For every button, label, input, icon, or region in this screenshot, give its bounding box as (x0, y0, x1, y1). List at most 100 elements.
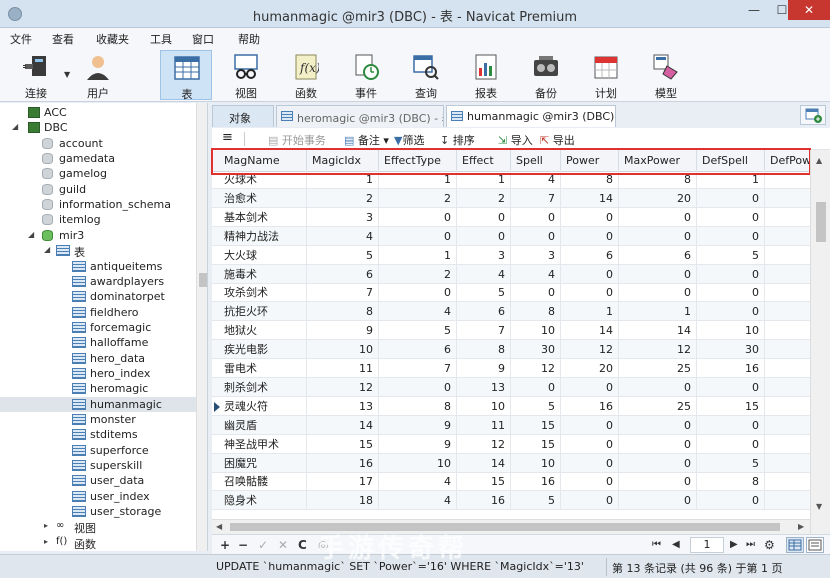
next-page-button[interactable]: ▶ (730, 539, 738, 550)
cell-spell[interactable]: 4 (511, 264, 561, 284)
cell-defpower[interactable] (765, 283, 810, 302)
cell-spell[interactable]: 5 (511, 396, 561, 416)
toolbar-function-button[interactable]: f(x) 函数 (280, 50, 332, 100)
cell-effecttype[interactable]: 0 (379, 283, 457, 303)
cell-power[interactable]: 0 (561, 226, 619, 246)
tab-humanmagic[interactable]: humanmagic @mir3 (DBC) -... (446, 105, 616, 127)
begin-transaction-button[interactable]: ▤ 开始事务 (268, 132, 326, 148)
scroll-down-arrow-icon[interactable]: ▼ (816, 502, 822, 511)
cell-defspell[interactable]: 0 (697, 302, 765, 322)
cell-power[interactable]: 0 (561, 283, 619, 303)
cell-maxpower[interactable]: 0 (619, 415, 697, 435)
tree-table-user_data[interactable]: user_data (0, 473, 196, 488)
cell-effect[interactable]: 10 (457, 396, 511, 416)
cell-effect[interactable]: 12 (457, 434, 511, 454)
object-tree-sidebar[interactable]: ACC ◢ DBC account gamedata gamelog guild inform… (0, 103, 208, 551)
table-row[interactable]: 治愈术 2 2 2 7 14 20 0 (212, 188, 810, 208)
cell-effect[interactable]: 15 (457, 472, 511, 492)
cell-defspell[interactable]: 0 (697, 283, 765, 303)
toolbar-connection-button[interactable]: 连接 (10, 50, 62, 100)
cell-defpower[interactable] (765, 227, 810, 246)
cell-spell[interactable]: 10 (511, 453, 561, 473)
grid-hscroll-thumb[interactable] (230, 523, 780, 531)
cell-spell[interactable]: 15 (511, 434, 561, 454)
table-row[interactable]: 刺杀剑术 12 0 13 0 0 0 0 (212, 377, 810, 397)
toolbar-table-button[interactable]: 表 (160, 50, 212, 101)
tree-group-tables[interactable]: ◢ 表 (0, 243, 196, 259)
import-button[interactable]: ⇲ 导入 (498, 132, 533, 148)
tree-db-itemlog[interactable]: itemlog (0, 212, 196, 227)
cell-maxpower[interactable]: 25 (619, 396, 697, 416)
cell-maxpower[interactable]: 6 (619, 245, 697, 265)
cell-maxpower[interactable]: 0 (619, 226, 697, 246)
cell-spell[interactable]: 7 (511, 188, 561, 208)
cell-power[interactable]: 0 (561, 491, 619, 511)
cell-effecttype[interactable]: 9 (379, 434, 457, 454)
cell-spell[interactable]: 30 (511, 340, 561, 360)
table-row[interactable]: 大火球 5 1 3 3 6 6 5 (212, 245, 810, 265)
cell-defpower[interactable] (765, 491, 810, 510)
cell-defpower[interactable] (765, 246, 810, 265)
cell-effecttype[interactable]: 8 (379, 396, 457, 416)
cell-spell[interactable]: 16 (511, 472, 561, 492)
cell-defspell[interactable]: 15 (697, 396, 765, 416)
cell-magicidx[interactable]: 2 (307, 188, 379, 208)
cell-maxpower[interactable]: 20 (619, 188, 697, 208)
cell-defspell[interactable]: 0 (697, 434, 765, 454)
cell-spell[interactable]: 10 (511, 321, 561, 341)
cell-magname[interactable]: 基本剑术 (219, 207, 307, 227)
tree-collapse-icon[interactable]: ◢ (12, 122, 18, 131)
toolbar-schedule-button[interactable]: 计划 (580, 50, 632, 100)
cell-magicidx[interactable]: 8 (307, 302, 379, 322)
toolbar-query-button[interactable]: 查询 (400, 50, 452, 100)
cell-defpower[interactable] (765, 302, 810, 321)
cell-defspell[interactable]: 16 (697, 359, 765, 378)
cell-magname[interactable]: 施毒术 (219, 264, 307, 284)
cell-magicidx[interactable]: 15 (307, 434, 379, 454)
tree-table-humanmagic[interactable]: humanmagic (0, 396, 196, 412)
cell-defpower[interactable] (765, 416, 810, 435)
cell-maxpower[interactable]: 0 (619, 472, 697, 492)
cell-magicidx[interactable]: 7 (307, 283, 379, 303)
cell-effect[interactable]: 16 (457, 491, 511, 511)
cell-power[interactable]: 14 (561, 321, 619, 341)
cell-spell[interactable]: 15 (511, 415, 561, 435)
cell-defspell[interactable]: 8 (697, 472, 765, 492)
first-page-button[interactable]: ⏮ (652, 539, 661, 550)
cell-defpower[interactable] (765, 340, 810, 359)
cell-magicidx[interactable]: 3 (307, 207, 379, 227)
cell-magicidx[interactable]: 17 (307, 472, 379, 492)
table-row[interactable]: 地狱火 9 5 7 10 14 14 10 (212, 321, 810, 341)
page-number-field[interactable]: 1 (690, 537, 724, 553)
cell-spell[interactable]: 0 (511, 207, 561, 227)
table-row[interactable]: 神圣战甲术 15 9 12 15 0 0 0 (212, 434, 810, 454)
refresh-button[interactable]: C (298, 538, 307, 552)
cell-spell[interactable]: 3 (511, 245, 561, 265)
cell-maxpower[interactable]: 0 (619, 283, 697, 303)
tree-table-hero_index[interactable]: hero_index (0, 366, 196, 381)
cell-magicidx[interactable]: 6 (307, 264, 379, 284)
tree-table-stditems[interactable]: stditems (0, 427, 196, 442)
table-row[interactable]: 精神力战法 4 0 0 0 0 0 0 (212, 226, 810, 246)
tree-db-mir3[interactable]: ◢ mir3 (0, 228, 196, 243)
cell-power[interactable]: 14 (561, 188, 619, 208)
cell-effecttype[interactable]: 4 (379, 302, 457, 322)
cell-defpower[interactable] (765, 208, 810, 227)
tree-table-hero_data[interactable]: hero_data (0, 351, 196, 366)
cell-effecttype[interactable]: 5 (379, 321, 457, 341)
cell-defpower[interactable] (765, 435, 810, 454)
tree-db-guild[interactable]: guild (0, 182, 196, 197)
add-record-button[interactable]: + (220, 538, 230, 552)
cell-magname[interactable]: 召唤骷髅 (219, 472, 307, 492)
filter-button[interactable]: ▼筛选 (394, 132, 424, 148)
cell-effecttype[interactable]: 0 (379, 377, 457, 397)
cell-defspell[interactable]: 10 (697, 321, 765, 341)
cell-defpower[interactable] (765, 378, 810, 397)
cell-magicidx[interactable]: 10 (307, 340, 379, 360)
cell-power[interactable]: 12 (561, 340, 619, 360)
scroll-up-arrow-icon[interactable]: ▲ (816, 156, 822, 165)
tab-heromagic[interactable]: heromagic @mir3 (DBC) - 表 (276, 105, 444, 127)
cell-effect[interactable]: 3 (457, 245, 511, 265)
cell-effecttype[interactable]: 4 (379, 472, 457, 492)
cell-defspell[interactable]: 0 (697, 377, 765, 397)
